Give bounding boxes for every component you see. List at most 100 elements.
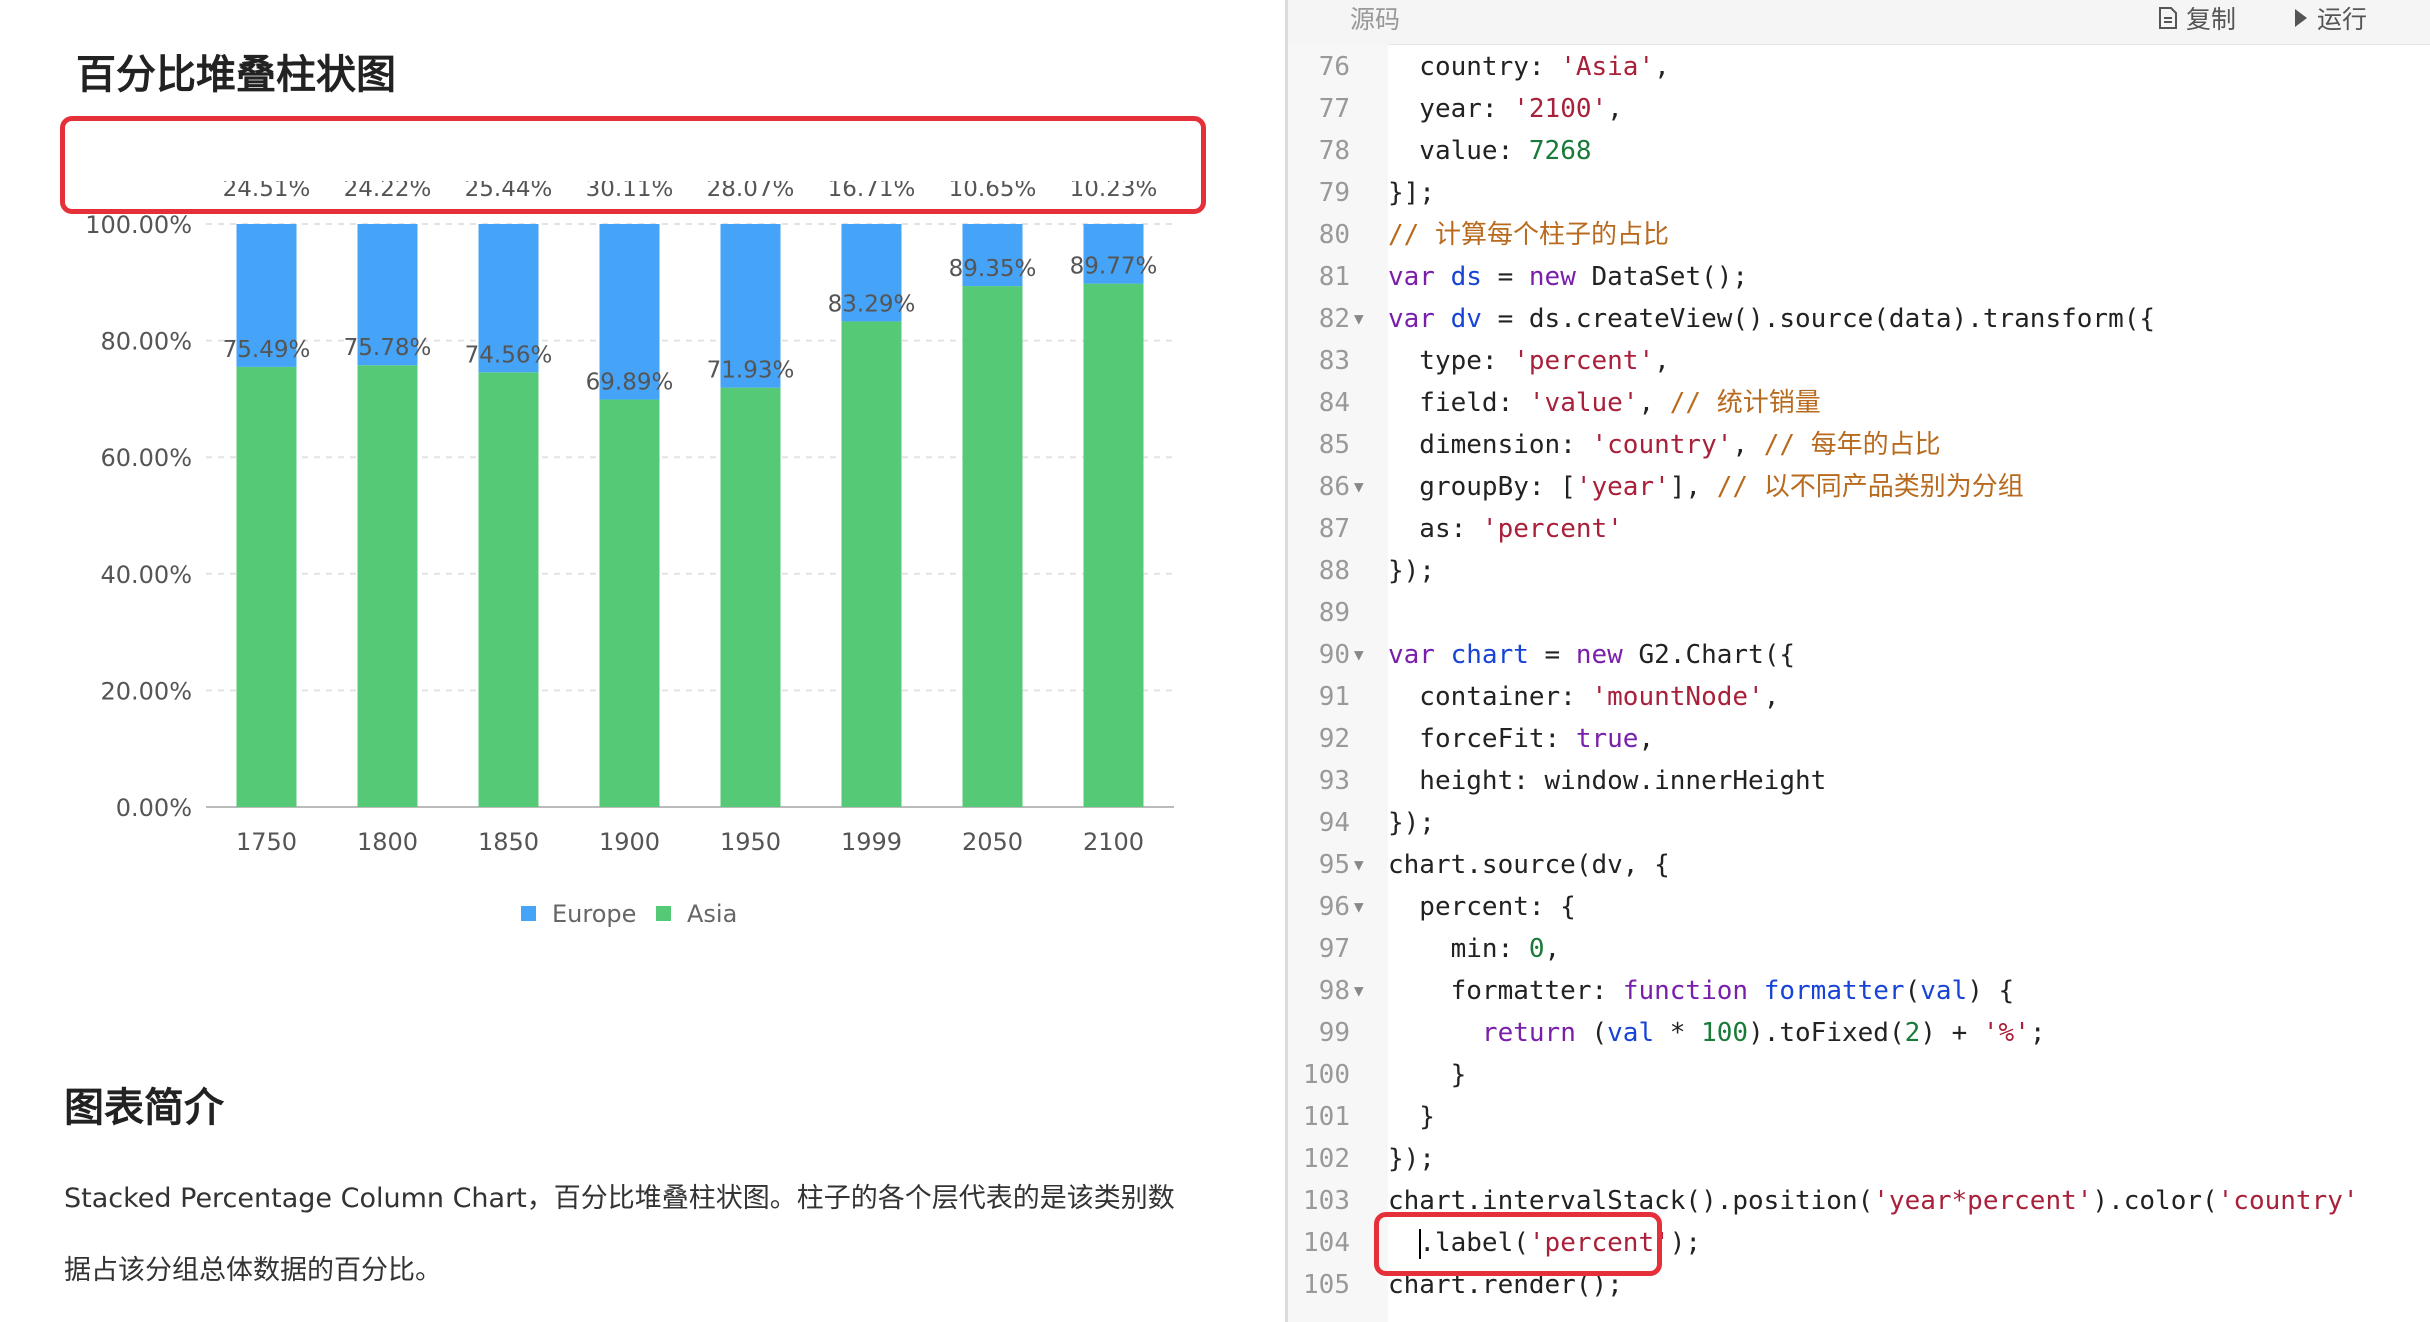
legend-marker — [656, 906, 671, 921]
fold-toggle-icon[interactable]: ▼ — [1354, 634, 1364, 676]
code-text: dimension: 'country', // 每年的占比 — [1388, 430, 1941, 460]
code-line[interactable]: 88}); — [1288, 550, 2430, 592]
legend-marker — [521, 906, 536, 921]
code-line[interactable]: 78 value: 7268 — [1288, 130, 2430, 172]
code-text: }); — [1388, 556, 1435, 586]
line-number: 95 — [1318, 850, 1350, 880]
line-number: 84 — [1318, 388, 1350, 418]
code-text: // 计算每个柱子的占比 — [1388, 220, 1669, 250]
code-line[interactable]: 83 type: 'percent', — [1288, 340, 2430, 382]
code-line[interactable]: 76 country: 'Asia', — [1288, 46, 2430, 88]
line-number: 100 — [1303, 1060, 1350, 1090]
code-text: chart.source(dv, { — [1388, 850, 1670, 880]
fold-toggle-icon[interactable]: ▼ — [1354, 466, 1364, 508]
code-line[interactable]: 80 // 计算每个柱子的占比 — [1288, 214, 2430, 256]
line-number: 93 — [1318, 766, 1350, 796]
line-number: 105 — [1303, 1270, 1350, 1300]
code-text: container: 'mountNode', — [1388, 682, 1780, 712]
code-line[interactable]: 101 } — [1288, 1096, 2430, 1138]
line-number: 98 — [1318, 976, 1350, 1006]
line-number: 92 — [1318, 724, 1350, 754]
fold-toggle-icon[interactable]: ▼ — [1354, 844, 1364, 886]
line-number: 81 — [1318, 262, 1350, 292]
legend-label: Asia — [687, 900, 737, 928]
data-label-asia: 75.49% — [223, 337, 311, 363]
line-number: 86 — [1318, 472, 1350, 502]
code-line[interactable]: 95 ▼ chart.source(dv, { — [1288, 844, 2430, 886]
chart-demo-panel: 百分比堆叠柱状图 0.00% 20.00% 40.00% 60.00% 80.00% 10… — [0, 0, 1285, 1322]
copy-button[interactable]: 复制 — [2158, 0, 2236, 36]
code-text: }); — [1388, 1144, 1435, 1174]
code-line[interactable]: 90 ▼ var chart = new G2.Chart({ — [1288, 634, 2430, 676]
code-text: year: '2100', — [1388, 94, 1623, 124]
line-number: 82 — [1318, 304, 1350, 334]
code-line[interactable]: 96 ▼ percent: { — [1288, 886, 2430, 928]
x-tick-label: 1900 — [599, 828, 660, 856]
bar-asia — [962, 286, 1023, 808]
code-text: return (val * 100).toFixed(2) + '%'; — [1481, 1018, 2046, 1048]
x-tick-label: 1999 — [841, 828, 902, 856]
line-number: 80 — [1318, 220, 1350, 250]
code-text: var chart = new G2.Chart({ — [1388, 640, 1796, 670]
fold-toggle-icon[interactable]: ▼ — [1354, 886, 1364, 928]
code-toolbar: 源码 复制 运行 — [1288, 0, 2430, 45]
y-tick-label: 0.00% — [116, 794, 192, 822]
code-line[interactable]: 77 year: '2100', — [1288, 88, 2430, 130]
x-tick-label: 1850 — [478, 828, 539, 856]
code-line[interactable]: 92 forceFit: true, — [1288, 718, 2430, 760]
data-label-asia: 74.56% — [465, 342, 553, 368]
code-text: percent: { — [1388, 892, 1576, 922]
code-line[interactable]: 97 min: 0, — [1288, 928, 2430, 970]
code-line[interactable]: 87 as: 'percent' — [1288, 508, 2430, 550]
line-number: 87 — [1318, 514, 1350, 544]
y-tick-label: 100.00% — [85, 211, 192, 239]
code-line[interactable]: 102}); — [1288, 1138, 2430, 1180]
intro-title: 图表简介 — [64, 1085, 224, 1131]
code-text: }]; — [1388, 178, 1435, 208]
x-tick-label: 2100 — [1083, 828, 1144, 856]
code-line[interactable]: 93 height: window.innerHeight — [1288, 760, 2430, 802]
code-text: country: 'Asia', — [1388, 52, 1670, 82]
fold-toggle-icon[interactable]: ▼ — [1354, 970, 1364, 1012]
data-label-asia: 69.89% — [586, 370, 674, 396]
code-text: height: window.innerHeight — [1388, 766, 1827, 796]
code-line[interactable]: 98 ▼ formatter: function formatter(val) { — [1288, 970, 2430, 1012]
code-line[interactable]: 91 container: 'mountNode', — [1288, 676, 2430, 718]
line-number: 79 — [1318, 178, 1350, 208]
run-button[interactable]: 运行 — [2293, 0, 2367, 36]
code-editor-panel: 源码 复制 运行 76 country: 'Asia', 77 year: '21… — [1288, 0, 2430, 1322]
code-line[interactable]: 86 ▼ groupBy: ['year'], // 以不同产品类别为分组 — [1288, 466, 2430, 508]
data-label-asia: 89.77% — [1070, 254, 1158, 280]
copy-label: 复制 — [2186, 5, 2237, 34]
code-line[interactable]: 84 field: 'value', // 统计销量 — [1288, 382, 2430, 424]
code-line[interactable]: 79}]; — [1288, 172, 2430, 214]
intro-text-line-2: 据占该分组总体数据的百分比。 — [64, 1255, 442, 1286]
line-number: 97 — [1318, 934, 1350, 964]
data-label-asia: 75.78% — [344, 335, 432, 361]
x-tick-label: 1750 — [236, 828, 297, 856]
code-line[interactable]: 85 dimension: 'country', // 每年的占比 — [1288, 424, 2430, 466]
line-number: 101 — [1303, 1102, 1350, 1132]
bar-asia — [357, 365, 418, 807]
line-number: 103 — [1303, 1186, 1350, 1216]
code-line[interactable]: 100 } — [1288, 1054, 2430, 1096]
line-number: 104 — [1303, 1228, 1350, 1258]
line-number: 83 — [1318, 346, 1350, 376]
code-line[interactable]: 99 return (val * 100).toFixed(2) + '%'; — [1288, 1012, 2430, 1054]
run-label: 运行 — [2317, 5, 2368, 34]
code-line[interactable]: 81 var ds = new DataSet(); — [1288, 256, 2430, 298]
fold-toggle-icon[interactable]: ▼ — [1354, 298, 1364, 340]
data-label-asia: 71.93% — [707, 358, 795, 384]
x-tick-label: 1950 — [720, 828, 781, 856]
code-line[interactable]: 94}); — [1288, 802, 2430, 844]
tab-source[interactable]: 源码 — [1350, 0, 1400, 36]
line-number: 89 — [1318, 598, 1350, 628]
code-line[interactable]: 89 — [1288, 592, 2430, 634]
code-text: forceFit: true, — [1388, 724, 1655, 754]
code-text: formatter: function formatter(val) { — [1388, 976, 2015, 1006]
code-text: var dv = ds.createView().source(data).tr… — [1388, 304, 2156, 334]
line-number: 85 — [1318, 430, 1350, 460]
document-icon — [2159, 7, 2177, 29]
code-line[interactable]: 82 ▼ var dv = ds.createView().source(data)… — [1288, 298, 2430, 340]
code-text: } — [1388, 1060, 1467, 1090]
